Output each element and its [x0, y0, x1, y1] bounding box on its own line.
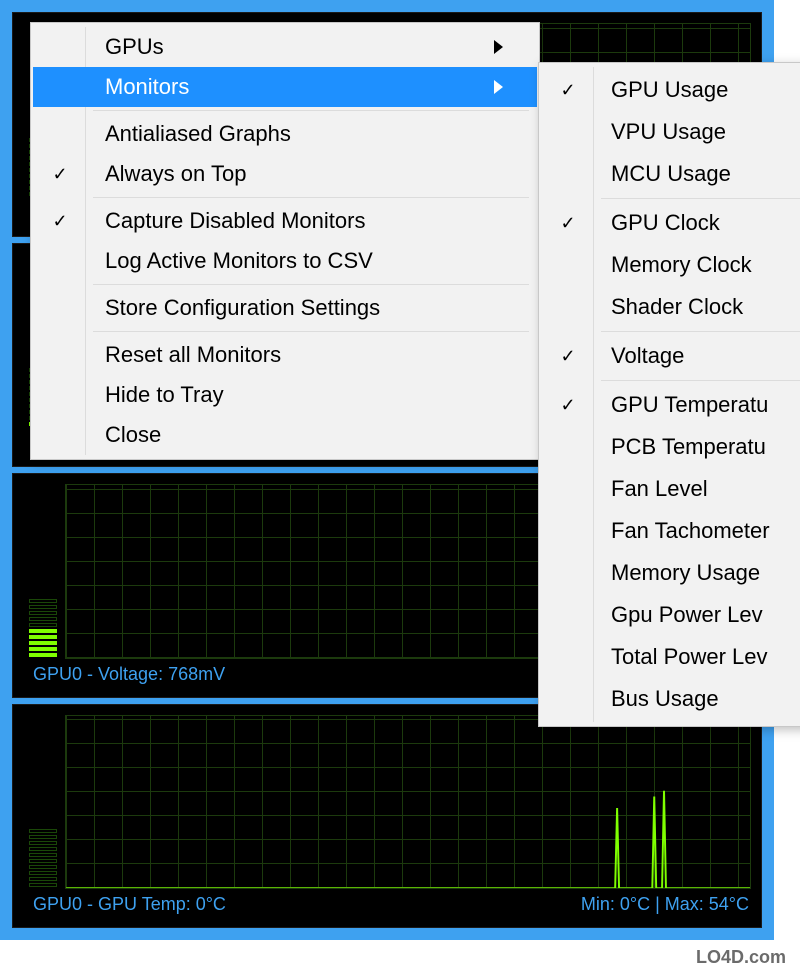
menu-item[interactable]: ✓Shader Clock [541, 286, 800, 328]
menu-item[interactable]: ✓Fan Level [541, 468, 800, 510]
menu-item-label: GPU Usage [595, 77, 800, 103]
menu-item-label: Capture Disabled Monitors [87, 208, 474, 234]
menu-item[interactable]: ✓Memory Clock [541, 244, 800, 286]
menu-item-label: Fan Tachometer [595, 518, 800, 544]
menu-item-label: Memory Usage [595, 560, 800, 586]
status-left: GPU0 - Voltage: 768mV [33, 664, 225, 685]
usage-barstack [29, 829, 57, 887]
status-right: Min: 0°C | Max: 54°C [581, 894, 749, 915]
menu-item-label: Voltage [595, 343, 800, 369]
submenu-arrow-icon [494, 80, 503, 94]
checkmark-icon: ✓ [33, 165, 87, 183]
menu-item-label: PCB Temperatu [595, 434, 800, 460]
menu-item[interactable]: ✓Always on Top [33, 154, 537, 194]
watermark: LO4D.com [696, 947, 786, 968]
menu-item[interactable]: ✓Reset all Monitors [33, 335, 537, 375]
checkmark-icon: ✓ [541, 214, 595, 232]
menu-item[interactable]: ✓Log Active Monitors to CSV [33, 241, 537, 281]
usage-barstack [29, 599, 57, 657]
menu-item-label: Gpu Power Lev [595, 602, 800, 628]
menu-item-label: GPU Temperatu [595, 392, 800, 418]
menu-item[interactable]: ✓Fan Tachometer [541, 510, 800, 552]
menu-item-label: Bus Usage [595, 686, 800, 712]
submenu-arrow-icon [494, 40, 503, 54]
menu-item-label: Store Configuration Settings [87, 295, 474, 321]
temp-spike-icon [66, 716, 750, 889]
menu-item[interactable]: ✓Monitors [33, 67, 537, 107]
menu-item-label: Log Active Monitors to CSV [87, 248, 474, 274]
monitor-panel-temp: GPU0 - GPU Temp: 0°C Min: 0°C | Max: 54°… [12, 704, 762, 929]
menu-item[interactable]: ✓Bus Usage [541, 678, 800, 720]
menu-item[interactable]: ✓Memory Usage [541, 552, 800, 594]
menu-item-label: Close [87, 422, 474, 448]
panel-status: GPU0 - GPU Temp: 0°C Min: 0°C | Max: 54°… [33, 894, 749, 915]
menu-item[interactable]: ✓GPU Temperatu [541, 384, 800, 426]
menu-separator [93, 197, 529, 198]
menu-item[interactable]: ✓MCU Usage [541, 153, 800, 195]
menu-item-label: Memory Clock [595, 252, 800, 278]
menu-item-label: MCU Usage [595, 161, 800, 187]
menu-item[interactable]: ✓VPU Usage [541, 111, 800, 153]
menu-item-label: Reset all Monitors [87, 342, 474, 368]
menu-separator [601, 331, 800, 332]
menu-item[interactable]: ✓PCB Temperatu [541, 426, 800, 468]
monitors-submenu[interactable]: ✓GPU Usage✓VPU Usage✓MCU Usage✓GPU Clock… [538, 62, 800, 727]
menu-item[interactable]: ✓Voltage [541, 335, 800, 377]
menu-item[interactable]: ✓Total Power Lev [541, 636, 800, 678]
menu-item[interactable]: ✓Close [33, 415, 537, 455]
context-menu[interactable]: ✓GPUs✓Monitors✓Antialiased Graphs✓Always… [30, 22, 540, 460]
menu-item-label: VPU Usage [595, 119, 800, 145]
menu-item-label: Always on Top [87, 161, 474, 187]
menu-separator [93, 284, 529, 285]
menu-item[interactable]: ✓Store Configuration Settings [33, 288, 537, 328]
menu-item-label: Total Power Lev [595, 644, 800, 670]
menu-item[interactable]: ✓Gpu Power Lev [541, 594, 800, 636]
menu-item[interactable]: ✓Capture Disabled Monitors [33, 201, 537, 241]
menu-item[interactable]: ✓GPU Clock [541, 202, 800, 244]
status-left: GPU0 - GPU Temp: 0°C [33, 894, 226, 915]
menu-item[interactable]: ✓GPUs [33, 27, 537, 67]
menu-item-label: Antialiased Graphs [87, 121, 474, 147]
menu-item[interactable]: ✓Hide to Tray [33, 375, 537, 415]
graph-area [65, 715, 751, 890]
menu-separator [601, 198, 800, 199]
menu-item-label: GPU Clock [595, 210, 800, 236]
menu-separator [601, 380, 800, 381]
menu-item-label: GPUs [87, 34, 474, 60]
menu-item-label: Monitors [87, 74, 474, 100]
menu-item-label: Shader Clock [595, 294, 800, 320]
menu-separator [93, 110, 529, 111]
checkmark-icon: ✓ [541, 396, 595, 414]
menu-item[interactable]: ✓Antialiased Graphs [33, 114, 537, 154]
menu-item-label: Hide to Tray [87, 382, 474, 408]
checkmark-icon: ✓ [541, 81, 595, 99]
menu-item[interactable]: ✓GPU Usage [541, 69, 800, 111]
menu-item-label: Fan Level [595, 476, 800, 502]
checkmark-icon: ✓ [33, 212, 87, 230]
checkmark-icon: ✓ [541, 347, 595, 365]
menu-separator [93, 331, 529, 332]
